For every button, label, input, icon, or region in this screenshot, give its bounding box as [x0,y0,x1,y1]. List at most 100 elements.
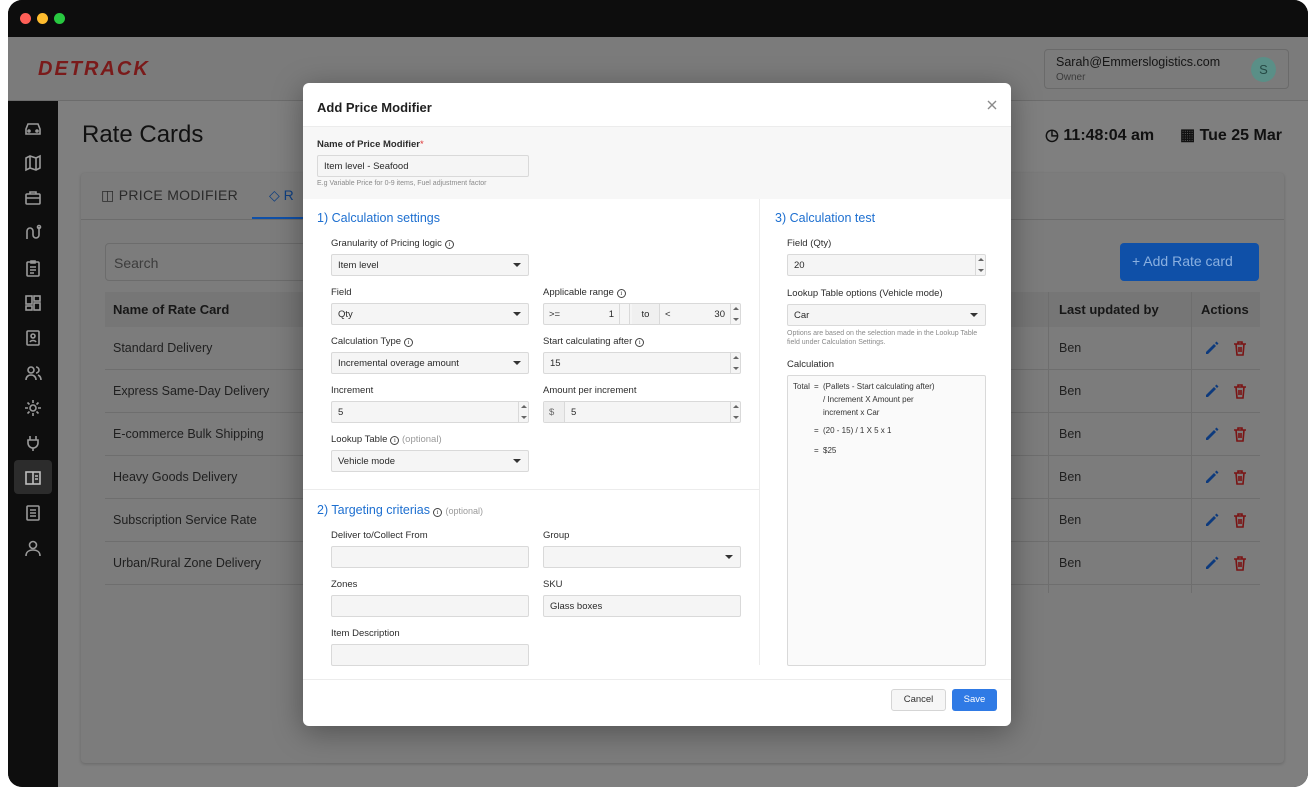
edit-pencil-icon[interactable] [1203,511,1221,529]
save-button[interactable]: Save [952,689,997,711]
applicable-range-label: Applicable range i [543,287,626,298]
detrack-logo[interactable]: DETRACK [38,57,170,79]
edit-pencil-icon[interactable] [1203,554,1221,572]
dashboard-icon[interactable] [23,293,43,313]
lookup-options-label: Lookup Table options (Vehicle mode) [787,288,943,299]
briefcase-icon[interactable] [23,188,43,208]
chevron-down-icon [970,313,978,317]
test-field-stepper[interactable] [975,255,985,275]
edit-pencil-icon[interactable] [1203,468,1221,486]
edit-pencil-icon[interactable] [1203,382,1221,400]
rate-card-icon[interactable] [23,468,43,488]
time-text: 11:48:04 am [1063,127,1155,144]
row-name: Urban/Rural Zone Delivery [113,556,261,570]
plus-icon: + [1132,253,1144,269]
calc-equals: = [814,446,819,455]
calculation-test-title: 3) Calculation test [775,211,876,225]
range-max-stepper[interactable] [730,304,740,324]
delete-trash-icon[interactable] [1231,382,1249,400]
lookup-options-hint-2: field under Calculation Settings. [787,339,886,346]
search-input[interactable]: Search [105,243,325,281]
document-list-icon[interactable] [23,503,43,523]
current-date: ▦ Tue 25 Mar [1180,125,1282,145]
maximize-window-dot[interactable] [54,13,65,24]
info-icon[interactable]: i [635,338,645,347]
profile-icon[interactable] [23,538,43,558]
settings-gear-icon[interactable] [23,398,43,418]
field-select[interactable]: Qty [331,303,529,325]
info-icon[interactable]: i [616,289,626,298]
minimize-window-dot[interactable] [37,13,48,24]
page-title: Rate Cards [82,121,204,148]
applicable-range-label-text: Applicable range [543,287,614,298]
group-select[interactable] [543,546,741,568]
item-description-input[interactable] [331,644,529,666]
increment-input[interactable]: 5 [331,401,529,423]
avatar[interactable]: S [1251,57,1276,82]
info-icon[interactable]: i [444,240,454,249]
lookup-options-value: Car [794,310,810,321]
calculation-type-select[interactable]: Incremental overage amount [331,352,529,374]
edit-pencil-icon[interactable] [1203,425,1221,443]
info-icon[interactable]: i [404,338,414,347]
plug-icon[interactable] [23,433,43,453]
range-min-input[interactable]: 1 [574,304,620,324]
info-icon[interactable]: i [390,436,400,445]
add-rate-card-button[interactable]: + Add Rate card [1120,243,1259,281]
close-window-dot[interactable] [20,13,31,24]
increment-stepper[interactable] [518,402,528,422]
close-icon[interactable] [985,98,999,112]
delete-trash-icon[interactable] [1231,468,1249,486]
users-icon[interactable] [23,363,43,383]
field-value: Qty [338,309,353,320]
start-after-input[interactable]: 15 [543,352,741,374]
delete-trash-icon[interactable] [1231,511,1249,529]
dialog-title: Add Price Modifier [317,100,432,115]
info-icon[interactable]: i [433,508,443,517]
app-window: DETRACK Sarah@Emmerslogistics.com Owner … [8,0,1308,787]
cancel-button[interactable]: Cancel [891,689,946,711]
tab-rate-cards[interactable]: ◇ R [269,187,294,204]
tab-price-modifier-label: PRICE MODIFIER [118,187,239,203]
tab-price-modifier[interactable]: ◫ PRICE MODIFIER [101,187,238,204]
delete-trash-icon[interactable] [1231,554,1249,572]
user-menu[interactable]: Sarah@Emmerslogistics.com Owner S [1044,49,1289,89]
route-icon[interactable] [23,223,43,243]
zones-input[interactable] [331,595,529,617]
lookup-table-select[interactable]: Vehicle mode [331,450,529,472]
deliver-collect-input[interactable] [331,546,529,568]
price-modifier-name-input[interactable]: Item level - Seafood [317,155,529,177]
lookup-table-label-text: Lookup Table [331,434,388,445]
granularity-label-text: Granularity of Pricing logic [331,238,442,249]
column-divider [759,199,760,665]
map-icon[interactable] [23,153,43,173]
test-field-input[interactable]: 20 [787,254,986,276]
amount-stepper[interactable] [730,402,740,422]
delete-trash-icon[interactable] [1231,339,1249,357]
tab-rate-cards-label: R [283,187,294,203]
chevron-down-icon [513,263,521,267]
range-operator-1: >= [549,309,561,320]
lookup-options-select[interactable]: Car [787,304,986,326]
range-to-label: to [632,304,660,324]
row-updated-by: Ben [1059,513,1082,527]
granularity-select[interactable]: Item level [331,254,529,276]
row-name: Subscription Service Rate [113,513,257,527]
field-label: Field [331,287,352,298]
car-icon[interactable] [23,118,43,138]
dialog-footer-divider [303,679,1011,680]
calc-formula-line-2: / Increment X Amount per [823,395,914,404]
name-section: Name of Price Modifier* Item level - Sea… [303,127,1011,199]
add-rate-card-label: Add Rate card [1143,253,1233,269]
calculation-type-value: Incremental overage amount [338,358,459,369]
group-label: Group [543,530,570,541]
start-after-stepper[interactable] [730,353,740,373]
range-min-stepper[interactable] [620,304,630,324]
sku-input[interactable]: Glass boxes [543,595,741,617]
contact-card-icon[interactable] [23,328,43,348]
edit-pencil-icon[interactable] [1203,339,1221,357]
amount-per-increment-input[interactable]: $ 5 [543,401,741,423]
clipboard-icon[interactable] [23,258,43,278]
delete-trash-icon[interactable] [1231,425,1249,443]
range-max-input[interactable]: 30 [674,304,730,324]
